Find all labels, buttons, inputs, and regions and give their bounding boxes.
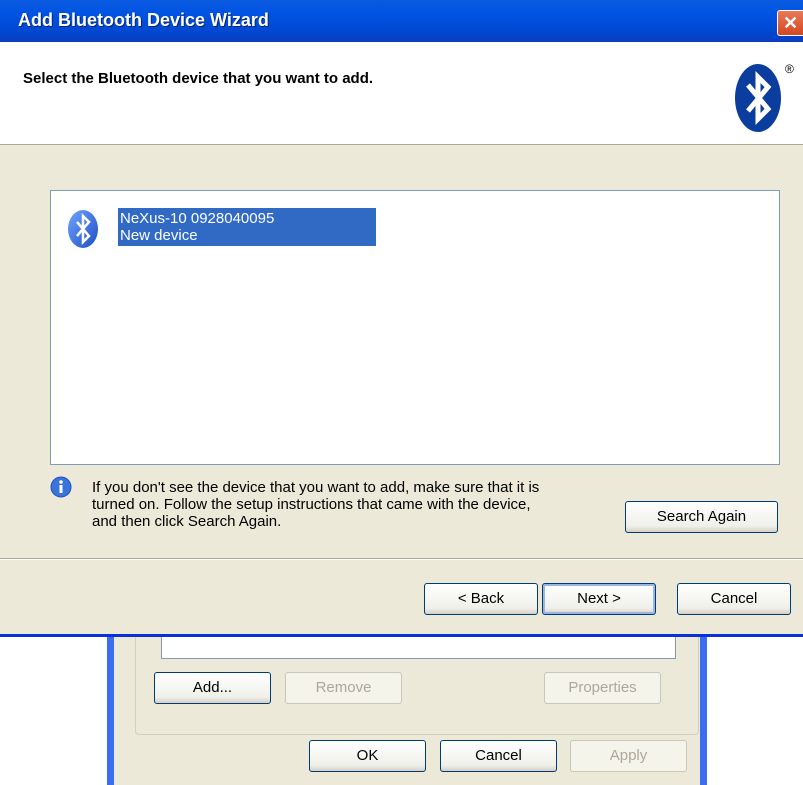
- cancel-button[interactable]: Cancel: [677, 583, 791, 615]
- next-button[interactable]: Next >: [542, 583, 656, 615]
- device-label: NeXus-10 0928040095 New device: [118, 208, 376, 246]
- properties-button[interactable]: Properties: [544, 672, 661, 704]
- search-again-button[interactable]: Search Again: [625, 501, 778, 533]
- wizard-client-area: Select the Bluetooth device that you wan…: [0, 42, 803, 634]
- ok-button[interactable]: OK: [309, 740, 426, 772]
- info-line-1: If you don't see the device that you wan…: [92, 479, 540, 496]
- registered-mark: ®: [785, 62, 794, 76]
- apply-button[interactable]: Apply: [570, 740, 687, 772]
- close-icon: ✕: [782, 13, 799, 33]
- page-title: Select the Bluetooth device that you wan…: [23, 70, 374, 87]
- title-bar[interactable]: Add Bluetooth Device Wizard ✕: [0, 0, 803, 42]
- device-name: NeXus-10 0928040095: [120, 210, 275, 227]
- close-button[interactable]: ✕: [777, 10, 803, 36]
- add-button[interactable]: Add...: [154, 672, 271, 704]
- add-bluetooth-device-wizard: Add Bluetooth Device Wizard ✕ Select the…: [0, 0, 803, 637]
- separator: [0, 558, 803, 560]
- info-message: If you don't see the device that you wan…: [92, 479, 612, 530]
- device-status: New device: [120, 227, 198, 244]
- wizard-header: Select the Bluetooth device that you wan…: [0, 42, 803, 145]
- window-title: Add Bluetooth Device Wizard: [18, 10, 269, 30]
- device-list[interactable]: NeXus-10 0928040095 New device: [50, 190, 780, 465]
- list-item[interactable]: NeXus-10 0928040095 New device: [65, 206, 376, 252]
- bluetooth-device-icon: [68, 210, 98, 248]
- info-icon: [50, 476, 72, 498]
- background-cancel-button[interactable]: Cancel: [440, 740, 557, 772]
- info-line-3: and then click Search Again.: [92, 513, 282, 530]
- bluetooth-logo-icon: [735, 64, 781, 132]
- back-button[interactable]: < Back: [424, 583, 538, 615]
- remove-button[interactable]: Remove: [285, 672, 402, 704]
- info-line-2: turned on. Follow the setup instructions…: [92, 496, 531, 513]
